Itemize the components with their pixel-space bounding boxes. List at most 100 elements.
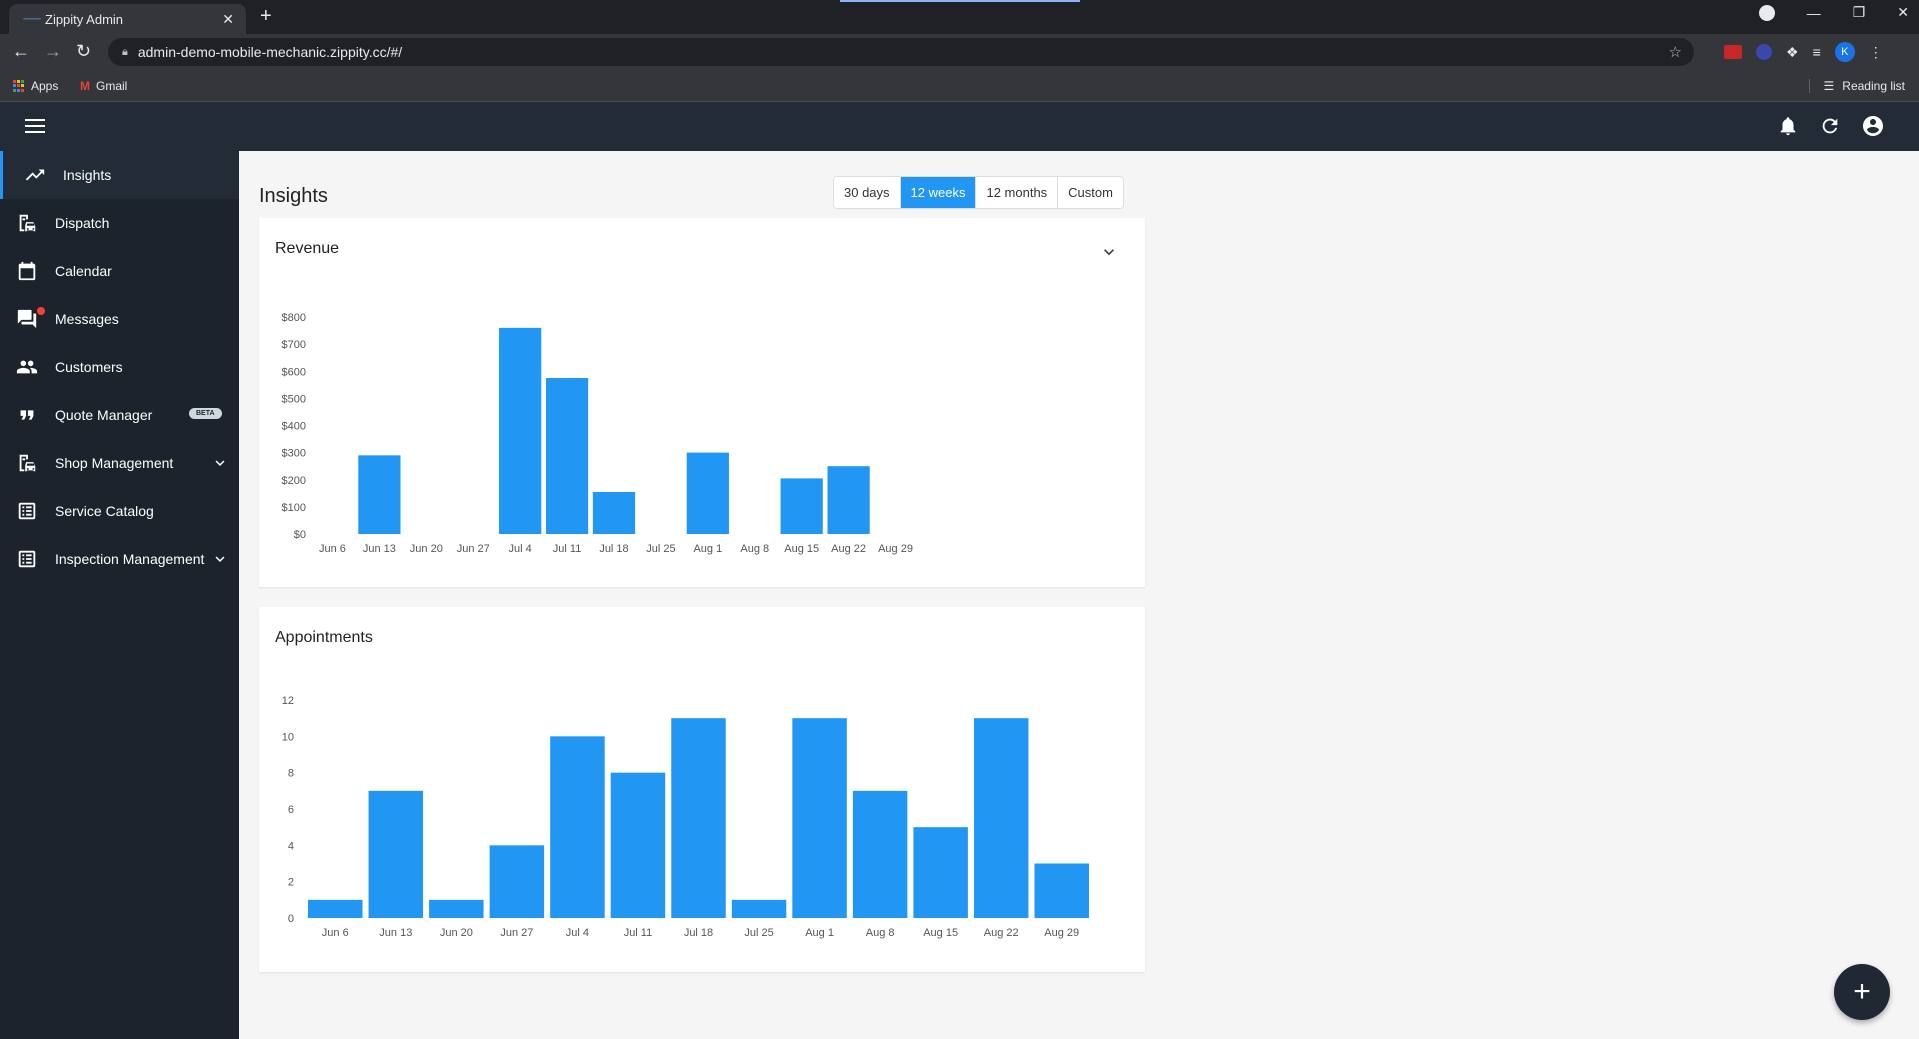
- chevron-down-icon[interactable]: [211, 550, 229, 568]
- bar[interactable]: [499, 327, 542, 534]
- reading-list-button[interactable]: ☰ Reading list: [1808, 79, 1905, 93]
- window-close-icon[interactable]: ✕: [1897, 4, 1909, 21]
- x-tick-label: Jul 25: [646, 543, 675, 555]
- browser-tabbar: ⸺ Zippity Admin ✕ + — ❐ ✕: [0, 0, 1919, 34]
- bar[interactable]: [489, 845, 545, 918]
- bar[interactable]: [550, 736, 605, 918]
- x-tick-label: Jun 6: [322, 927, 349, 939]
- profile-avatar[interactable]: K: [1834, 42, 1855, 62]
- y-tick-label: $0: [294, 529, 306, 541]
- url-text[interactable]: admin-demo-mobile-mechanic.zippity.cc/#/: [138, 44, 402, 60]
- range-12-months-button[interactable]: 12 months: [976, 177, 1059, 208]
- sidebar-item-inspection-management[interactable]: Inspection Management: [0, 535, 239, 583]
- bookmark-gmail-label: Gmail: [96, 79, 128, 93]
- y-tick-label: 2: [288, 877, 294, 889]
- extension-red-icon[interactable]: [1724, 45, 1742, 59]
- beta-badge: BETA: [189, 408, 222, 419]
- browser-tab[interactable]: ⸺ Zippity Admin ✕: [9, 4, 246, 34]
- x-tick-label: Jun 13: [379, 927, 412, 939]
- browser-menu-icon[interactable]: ⋮: [1869, 44, 1883, 61]
- bar[interactable]: [792, 718, 847, 918]
- x-tick-label: Aug 1: [805, 927, 834, 939]
- sidebar-item-insights[interactable]: Insights: [0, 151, 239, 199]
- sidebar-item-service-catalog[interactable]: Service Catalog: [0, 487, 239, 535]
- add-fab-button[interactable]: +: [1834, 964, 1890, 1020]
- minimize-icon[interactable]: —: [1807, 5, 1821, 21]
- y-tick-label: 0: [288, 913, 294, 925]
- new-tab-button[interactable]: +: [260, 5, 272, 28]
- y-tick-label: 10: [282, 731, 294, 743]
- refresh-icon[interactable]: [1819, 115, 1841, 137]
- revenue-card: $0 $100 $200 $300 $400 $500 $600 $700 $800 Jun 6 J…: [259, 218, 1145, 587]
- bar[interactable]: [780, 478, 823, 534]
- back-arrow-icon[interactable]: ←: [12, 41, 30, 62]
- bar[interactable]: [429, 899, 484, 918]
- x-tick-label: Aug 29: [878, 543, 913, 555]
- quote-icon: [15, 403, 39, 427]
- bar[interactable]: [913, 827, 968, 918]
- bar[interactable]: [610, 772, 666, 918]
- y-tick-label: 6: [288, 804, 294, 816]
- sidebar-item-label: Shop Management: [55, 455, 174, 471]
- sidebar-item-label: Messages: [55, 311, 119, 327]
- restore-icon[interactable]: ❐: [1853, 4, 1866, 21]
- x-tick-label: Aug 15: [784, 543, 819, 555]
- x-tick-label: Jul 11: [624, 927, 653, 939]
- bookmark-star-icon[interactable]: ☆: [1669, 43, 1682, 61]
- sidebar-item-calendar[interactable]: Calendar: [0, 247, 239, 295]
- bookmark-apps[interactable]: Apps: [13, 79, 58, 93]
- bookmark-gmail[interactable]: M Gmail: [80, 79, 127, 93]
- customers-icon: [15, 355, 39, 379]
- extension-blue-icon[interactable]: [1756, 44, 1772, 60]
- x-tick-label: Jul 4: [509, 543, 532, 555]
- y-tick-label: 4: [288, 840, 294, 852]
- sidebar-item-quote-manager[interactable]: Quote Manager BETA: [0, 391, 239, 439]
- bell-icon[interactable]: [1777, 115, 1799, 137]
- bar[interactable]: [852, 790, 908, 918]
- tab-close-icon[interactable]: ✕: [222, 11, 234, 28]
- address-bar[interactable]: 🔒︎ admin-demo-mobile-mechanic.zippity.cc…: [108, 38, 1694, 66]
- bar[interactable]: [671, 718, 726, 918]
- forward-arrow-icon[interactable]: →: [44, 41, 62, 62]
- range-12-weeks-button[interactable]: 12 weeks: [900, 177, 977, 208]
- media-control-icon[interactable]: ≡: [1813, 44, 1821, 60]
- bar[interactable]: [368, 790, 424, 918]
- bookmarks-bar: Apps M Gmail ☰ Reading list: [0, 70, 1919, 102]
- y-tick-label: $500: [282, 393, 306, 405]
- sidebar-item-shop-management[interactable]: Shop Management: [0, 439, 239, 487]
- x-tick-label: Jul 11: [553, 543, 582, 555]
- main-content: Insights 30 days 12 weeks 12 months Cust…: [239, 151, 1919, 1039]
- sidebar-item-dispatch[interactable]: Dispatch: [0, 199, 239, 247]
- profile-download-icon[interactable]: [1758, 4, 1775, 21]
- bar[interactable]: [308, 899, 363, 918]
- x-tick-label: Aug 29: [1044, 927, 1079, 939]
- sidebar-item-customers[interactable]: Customers: [0, 343, 239, 391]
- chevron-down-icon[interactable]: [211, 454, 229, 472]
- chevron-down-icon[interactable]: [1099, 242, 1119, 262]
- sidebar-item-messages[interactable]: Messages: [0, 295, 239, 343]
- lock-icon: 🔒︎: [122, 45, 128, 58]
- bar[interactable]: [358, 455, 401, 534]
- bar[interactable]: [592, 491, 636, 534]
- x-tick-label: Jun 27: [457, 543, 490, 555]
- range-30-days-button[interactable]: 30 days: [834, 177, 901, 208]
- bar[interactable]: [545, 378, 589, 534]
- bar[interactable]: [731, 899, 787, 918]
- sidebar-item-label: Service Catalog: [55, 503, 154, 519]
- bar[interactable]: [686, 452, 729, 534]
- bar[interactable]: [827, 466, 870, 534]
- gmail-icon: M: [80, 79, 90, 93]
- bar[interactable]: [973, 718, 1029, 918]
- sidebar-item-label: Inspection Management: [55, 551, 205, 567]
- x-tick-label: Jul 18: [599, 543, 628, 555]
- x-tick-label: Aug 22: [984, 927, 1019, 939]
- apps-grid-icon: [13, 80, 25, 92]
- account-circle-icon[interactable]: [1861, 114, 1885, 138]
- trending-up-icon: [23, 163, 47, 187]
- bar[interactable]: [1034, 863, 1089, 919]
- extensions-puzzle-icon[interactable]: ❖: [1786, 44, 1799, 61]
- x-tick-label: Jul 25: [744, 927, 773, 939]
- menu-icon[interactable]: [25, 119, 45, 133]
- range-custom-button[interactable]: Custom: [1058, 177, 1123, 208]
- reload-icon[interactable]: ↻: [76, 41, 91, 62]
